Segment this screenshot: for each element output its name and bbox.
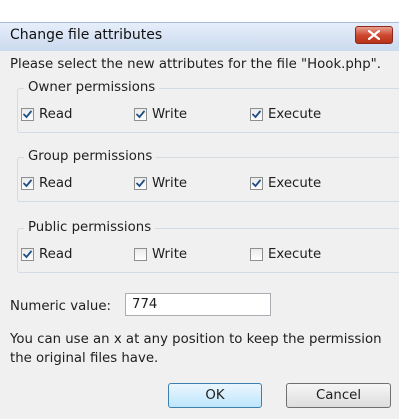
checkbox-box[interactable] — [21, 107, 34, 121]
checkmark-icon — [23, 110, 32, 118]
checkbox-box[interactable] — [250, 176, 263, 190]
title-bar[interactable]: Change file attributes — [0, 22, 399, 52]
public-execute-checkbox[interactable]: Execute — [250, 245, 321, 263]
dialog-body: Please select the new attributes for the… — [0, 51, 399, 419]
checkbox-box[interactable] — [21, 176, 34, 190]
checkmark-icon — [252, 179, 261, 187]
checkmark-icon — [136, 179, 145, 187]
checkbox-label: Write — [152, 246, 188, 262]
checkbox-box[interactable] — [134, 107, 147, 121]
cancel-button[interactable]: Cancel — [286, 383, 391, 408]
checkbox-box[interactable] — [134, 176, 147, 190]
owner-write-checkbox[interactable]: Write — [134, 105, 187, 123]
group-label: Public permissions — [24, 219, 156, 237]
checkbox-label: Read — [39, 106, 73, 122]
checkmark-icon — [252, 110, 261, 118]
group-permissions-group: Group permissions Read Write Execute — [17, 148, 399, 203]
checkbox-label: Read — [39, 175, 73, 191]
checkbox-label: Read — [39, 246, 73, 262]
prompt-text: Please select the new attributes for the… — [10, 57, 382, 72]
ok-button[interactable]: OK — [168, 383, 262, 408]
numeric-value-input[interactable] — [125, 293, 271, 316]
checkbox-box[interactable] — [21, 247, 34, 261]
public-write-checkbox[interactable]: Write — [134, 245, 187, 263]
numeric-value-label: Numeric value: — [10, 299, 112, 314]
background-strip — [0, 0, 399, 22]
checkbox-label: Write — [152, 175, 188, 191]
group-label: Group permissions — [24, 148, 157, 166]
checkbox-label: Execute — [268, 106, 322, 122]
checkbox-box[interactable] — [250, 107, 263, 121]
checkbox-label: Execute — [268, 246, 322, 262]
checkbox-label: Write — [152, 106, 188, 122]
close-icon — [368, 30, 380, 40]
window-title: Change file attributes — [10, 27, 163, 43]
public-read-checkbox[interactable]: Read — [21, 245, 72, 263]
checkmark-icon — [23, 250, 32, 258]
public-permissions-group: Public permissions Read Write Execute — [17, 219, 399, 274]
owner-execute-checkbox[interactable]: Execute — [250, 105, 321, 123]
checkbox-box[interactable] — [134, 247, 147, 261]
group-write-checkbox[interactable]: Write — [134, 174, 187, 192]
checkbox-label: Execute — [268, 175, 322, 191]
group-label: Owner permissions — [24, 79, 160, 97]
owner-read-checkbox[interactable]: Read — [21, 105, 72, 123]
checkbox-box[interactable] — [250, 247, 263, 261]
close-button[interactable] — [355, 26, 393, 44]
owner-permissions-group: Owner permissions Read Write Execute — [17, 79, 399, 134]
checkmark-icon — [23, 179, 32, 187]
group-execute-checkbox[interactable]: Execute — [250, 174, 321, 192]
help-text: You can use an x at any position to keep… — [10, 332, 382, 366]
group-read-checkbox[interactable]: Read — [21, 174, 72, 192]
checkmark-icon — [136, 110, 145, 118]
